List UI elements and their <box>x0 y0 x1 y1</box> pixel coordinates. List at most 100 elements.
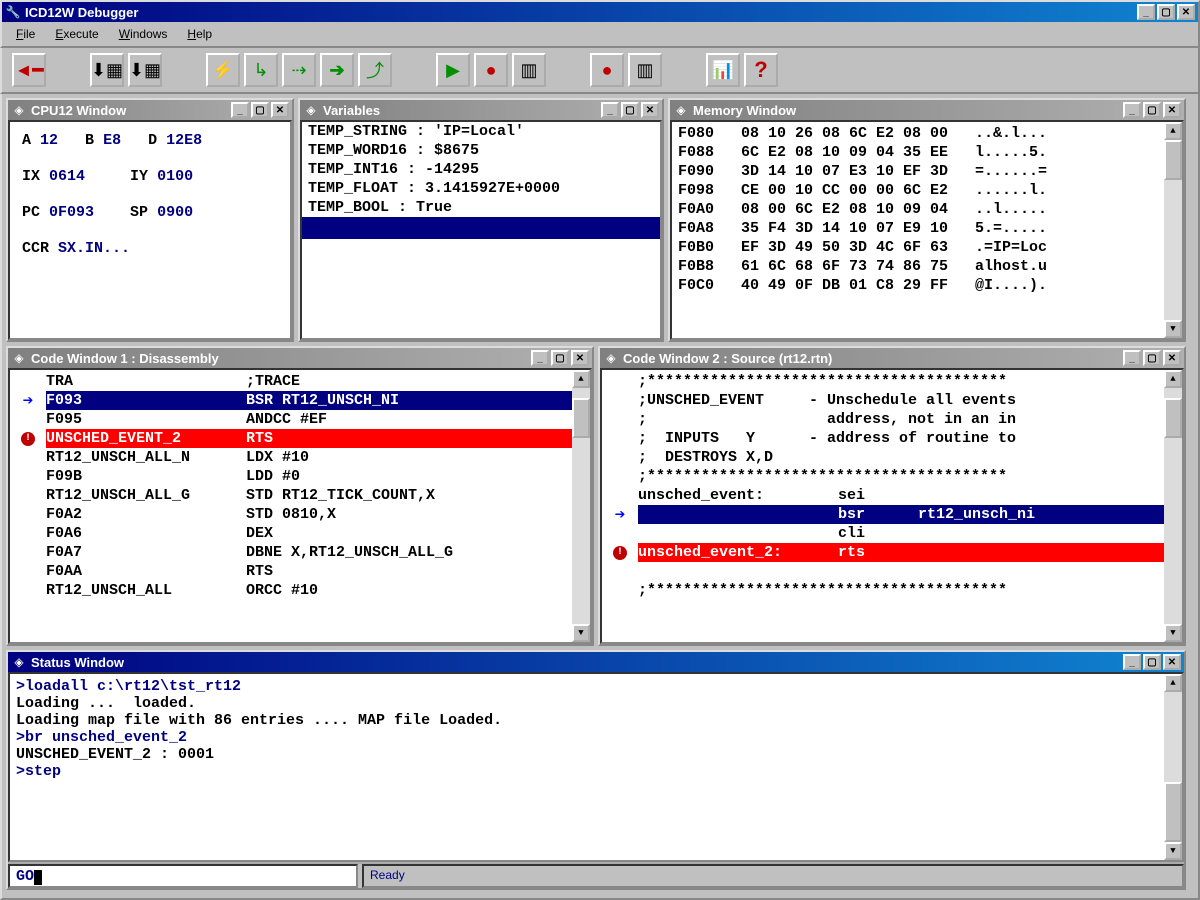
memory-scrollbar[interactable]: ▲ ▼ <box>1164 122 1182 338</box>
source-row[interactable]: unsched_event:sei <box>602 486 1164 505</box>
toolbar-step-over-button[interactable]: ⇢ <box>282 53 316 87</box>
code2-minimize-button[interactable]: _ <box>1123 350 1141 366</box>
variables-body[interactable]: TEMP_STRING : 'IP=Local'TEMP_WORD16 : $8… <box>300 120 662 340</box>
memory-row[interactable]: F098 CE 00 10 CC 00 00 6C E2 ......l. <box>672 181 1164 200</box>
code1-close-button[interactable]: ✕ <box>571 350 589 366</box>
toolbar-help-button[interactable]: ? <box>744 53 778 87</box>
status-minimize-button[interactable]: _ <box>1123 654 1141 670</box>
breakpoint-icon[interactable]: ! <box>613 546 627 560</box>
memory-maximize-button[interactable]: ▢ <box>1143 102 1161 118</box>
menu-help[interactable]: Help <box>179 25 220 43</box>
cpu-titlebar[interactable]: ◈ CPU12 Window _ ▢ ✕ <box>8 100 292 120</box>
disasm-row[interactable]: F0A7DBNE X,RT12_UNSCH_ALL_G <box>10 543 572 562</box>
app-minimize-button[interactable]: _ <box>1137 4 1155 20</box>
memory-row[interactable]: F0B0 EF 3D 49 50 3D 4C 6F 63 .=IP=Loc <box>672 238 1164 257</box>
source-row[interactable]: ;***************************************… <box>602 372 1164 391</box>
variables-minimize-button[interactable]: _ <box>601 102 619 118</box>
source-row[interactable]: ;UNSCHED_EVENT - Unschedule all events <box>602 391 1164 410</box>
scroll-thumb[interactable] <box>1164 140 1182 180</box>
scroll-thumb[interactable] <box>572 398 590 438</box>
code2-titlebar[interactable]: ◈ Code Window 2 : Source (rt12.rtn) _ ▢ … <box>600 348 1184 368</box>
scroll-down-icon[interactable]: ▼ <box>1164 842 1182 860</box>
memory-close-button[interactable]: ✕ <box>1163 102 1181 118</box>
scroll-thumb[interactable] <box>1164 782 1182 842</box>
scroll-down-icon[interactable]: ▼ <box>1164 624 1182 642</box>
disasm-row[interactable]: F0A2STD 0810,X <box>10 505 572 524</box>
breakpoint-icon[interactable]: ! <box>21 432 35 446</box>
code2-body[interactable]: ;***************************************… <box>600 368 1184 644</box>
code1-minimize-button[interactable]: _ <box>531 350 549 366</box>
status-titlebar[interactable]: ◈ Status Window _ ▢ ✕ <box>8 652 1184 672</box>
source-row[interactable]: cli <box>602 524 1164 543</box>
memory-row[interactable]: F0A8 35 F4 3D 14 10 07 E9 10 5.=..... <box>672 219 1164 238</box>
toolbar-step-into-button[interactable]: ↳ <box>244 53 278 87</box>
toolbar-chart-button[interactable]: 📊 <box>706 53 740 87</box>
app-maximize-button[interactable]: ▢ <box>1157 4 1175 20</box>
scroll-up-icon[interactable]: ▲ <box>1164 370 1182 388</box>
disasm-row[interactable]: RT12_UNSCH_ALL_NLDX #10 <box>10 448 572 467</box>
variables-titlebar[interactable]: ◈ Variables _ ▢ ✕ <box>300 100 662 120</box>
scroll-down-icon[interactable]: ▼ <box>572 624 590 642</box>
disasm-row[interactable]: F0AARTS <box>10 562 572 581</box>
toolbar-download-1-button[interactable]: ⬇▦ <box>90 53 124 87</box>
variable-selection[interactable] <box>302 217 660 239</box>
status-scrollbar[interactable]: ▲ ▼ <box>1164 674 1182 860</box>
memory-row[interactable]: F088 6C E2 08 10 09 04 35 EE l.....5. <box>672 143 1164 162</box>
source-row[interactable] <box>602 562 1164 581</box>
toolbar-halt-button[interactable]: ⚡ <box>206 53 240 87</box>
scroll-up-icon[interactable]: ▲ <box>1164 122 1182 140</box>
variable-row[interactable]: TEMP_STRING : 'IP=Local' <box>302 122 660 141</box>
source-row[interactable]: ➔bsrrt12_unsch_ni <box>602 505 1164 524</box>
cpu-close-button[interactable]: ✕ <box>271 102 289 118</box>
memory-row[interactable]: F0A0 08 00 6C E2 08 10 09 04 ..l..... <box>672 200 1164 219</box>
status-maximize-button[interactable]: ▢ <box>1143 654 1161 670</box>
variable-row[interactable]: TEMP_BOOL : True <box>302 198 660 217</box>
disasm-row[interactable]: RT12_UNSCH_ALL_GSTD RT12_TICK_COUNT,X <box>10 486 572 505</box>
toolbar-break-2-button[interactable]: ▥ <box>628 53 662 87</box>
menu-execute[interactable]: Execute <box>47 25 106 43</box>
command-input[interactable]: GO <box>8 864 358 888</box>
toolbar-back-button[interactable]: ◄━ <box>12 53 46 87</box>
memory-row[interactable]: F080 08 10 26 08 6C E2 08 00 ..&.l... <box>672 124 1164 143</box>
memory-row[interactable]: F0C0 40 49 0F DB 01 C8 29 FF @I....). <box>672 276 1164 295</box>
code1-scrollbar[interactable]: ▲ ▼ <box>572 370 590 642</box>
memory-row[interactable]: F0B8 61 6C 68 6F 73 74 86 75 alhost.u <box>672 257 1164 276</box>
memory-body[interactable]: F080 08 10 26 08 6C E2 08 00 ..&.l...F08… <box>670 120 1184 340</box>
disasm-row[interactable]: F0A6DEX <box>10 524 572 543</box>
toolbar-play-button[interactable]: ▶ <box>436 53 470 87</box>
disasm-row[interactable]: F09BLDD #0 <box>10 467 572 486</box>
disasm-row[interactable]: !UNSCHED_EVENT_2RTS <box>10 429 572 448</box>
variables-close-button[interactable]: ✕ <box>641 102 659 118</box>
cpu-maximize-button[interactable]: ▢ <box>251 102 269 118</box>
code1-maximize-button[interactable]: ▢ <box>551 350 569 366</box>
toolbar-record-2-button[interactable]: ● <box>590 53 624 87</box>
status-body[interactable]: >loadall c:\rt12\tst_rt12Loading ... loa… <box>8 672 1184 862</box>
source-row[interactable]: ;***************************************… <box>602 467 1164 486</box>
toolbar-run-button[interactable]: ➔ <box>320 53 354 87</box>
code2-close-button[interactable]: ✕ <box>1163 350 1181 366</box>
code2-scrollbar[interactable]: ▲ ▼ <box>1164 370 1182 642</box>
scroll-thumb[interactable] <box>1164 398 1182 438</box>
menu-file[interactable]: File <box>8 25 43 43</box>
variable-row[interactable]: TEMP_INT16 : -14295 <box>302 160 660 179</box>
scroll-up-icon[interactable]: ▲ <box>572 370 590 388</box>
code1-body[interactable]: TRA;TRACE➔F093BSR RT12_UNSCH_NIF095ANDCC… <box>8 368 592 644</box>
scroll-up-icon[interactable]: ▲ <box>1164 674 1182 692</box>
disasm-row[interactable]: TRA;TRACE <box>10 372 572 391</box>
memory-minimize-button[interactable]: _ <box>1123 102 1141 118</box>
cpu-minimize-button[interactable]: _ <box>231 102 249 118</box>
source-row[interactable]: ;***************************************… <box>602 581 1164 600</box>
memory-titlebar[interactable]: ◈ Memory Window _ ▢ ✕ <box>670 100 1184 120</box>
source-row[interactable]: !unsched_event_2:rts <box>602 543 1164 562</box>
menu-windows[interactable]: Windows <box>111 25 176 43</box>
variables-maximize-button[interactable]: ▢ <box>621 102 639 118</box>
source-row[interactable]: ; DESTROYS X,D <box>602 448 1164 467</box>
app-close-button[interactable]: ✕ <box>1177 4 1195 20</box>
variable-row[interactable]: TEMP_WORD16 : $8675 <box>302 141 660 160</box>
memory-row[interactable]: F090 3D 14 10 07 E3 10 EF 3D =......= <box>672 162 1164 181</box>
variable-row[interactable]: TEMP_FLOAT : 3.1415927E+0000 <box>302 179 660 198</box>
source-row[interactable]: ; INPUTS Y - address of routine to <box>602 429 1164 448</box>
toolbar-record-button[interactable]: ● <box>474 53 508 87</box>
disasm-row[interactable]: ➔F093BSR RT12_UNSCH_NI <box>10 391 572 410</box>
code2-maximize-button[interactable]: ▢ <box>1143 350 1161 366</box>
